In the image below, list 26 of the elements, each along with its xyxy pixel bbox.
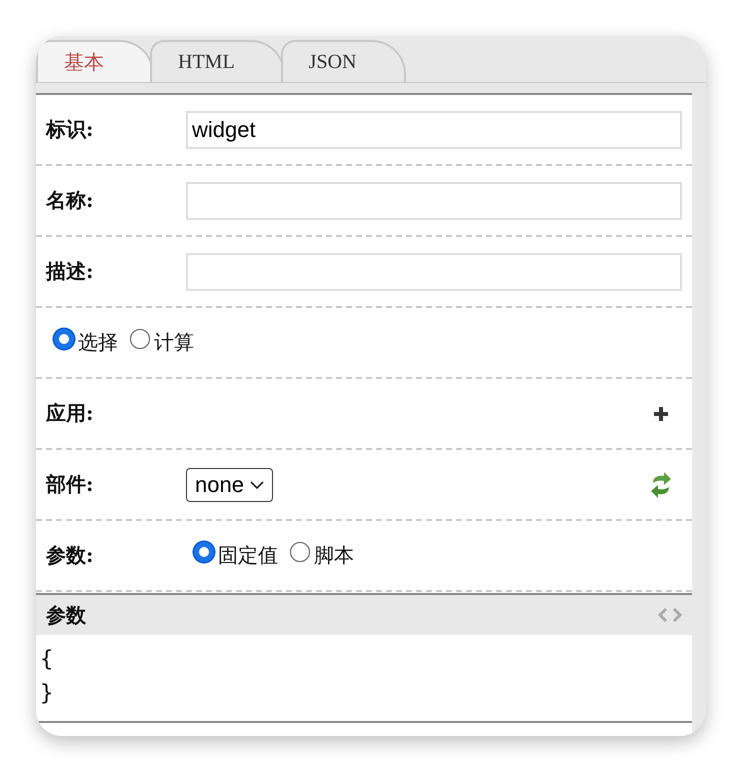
code-line: { (40, 646, 54, 674)
radio-button[interactable] (194, 542, 214, 562)
field-label: 应用: (46, 400, 94, 427)
tab[interactable]: JSON (280, 40, 406, 82)
field-label: 名称: (46, 187, 94, 214)
input-field[interactable] (186, 182, 682, 220)
radio-button[interactable] (290, 542, 310, 562)
field-label: 参数: (46, 542, 94, 569)
code-line: } (40, 680, 54, 708)
field-label: 部件: (46, 471, 94, 498)
plus-icon[interactable] (654, 406, 668, 420)
radio-button[interactable] (130, 328, 150, 348)
radio-button[interactable] (54, 328, 74, 348)
refresh-icon[interactable] (650, 472, 672, 498)
radio-label: 固定值 (218, 542, 278, 569)
dropdown[interactable]: none (186, 468, 273, 502)
editor-title: 参数 (46, 602, 86, 628)
input-field[interactable]: widget (186, 110, 682, 148)
radio-label: 选择 (78, 329, 118, 356)
code-editor[interactable]: { } (36, 635, 692, 723)
caret-icon (250, 480, 264, 488)
radio-label: 脚本 (314, 542, 354, 569)
radio-label: 计算 (154, 329, 194, 356)
field-label: 标识: (46, 116, 94, 143)
field-label: 描述: (46, 258, 94, 285)
input-field[interactable] (186, 252, 682, 290)
